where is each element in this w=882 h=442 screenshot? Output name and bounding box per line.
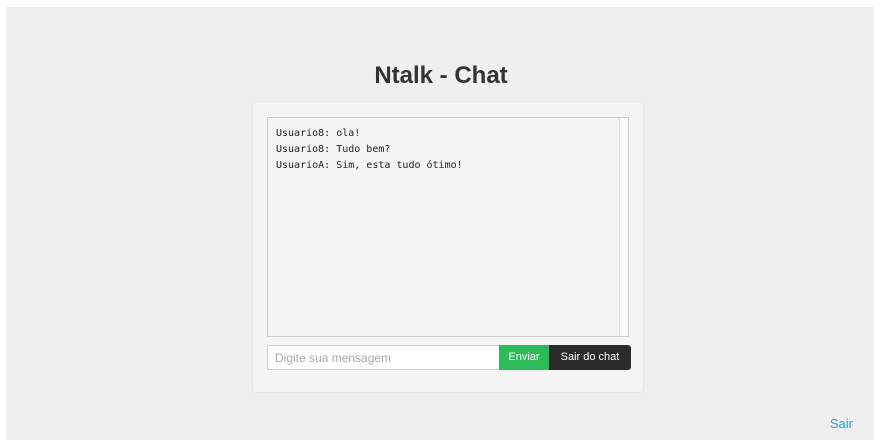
page-title: Ntalk - Chat — [374, 62, 508, 89]
chat-message: Usuario8: ola! — [276, 128, 361, 139]
message-list: Usuario8: ola! Usuario8: Tudo bem? Usuar… — [276, 126, 614, 174]
chat-log[interactable]: Usuario8: ola! Usuario8: Tudo bem? Usuar… — [267, 117, 629, 337]
send-button[interactable]: Enviar — [499, 345, 549, 370]
logout-link[interactable]: Sair — [830, 416, 853, 431]
leave-chat-button[interactable]: Sair do chat — [549, 345, 631, 370]
chat-scrollbar[interactable] — [619, 118, 628, 336]
chat-message: UsuarioA: Sim, esta tudo ótimo! — [276, 160, 463, 171]
message-input[interactable] — [267, 345, 499, 370]
chat-message: Usuario8: Tudo bem? — [276, 144, 391, 155]
composer-row: Enviar Sair do chat — [267, 345, 631, 370]
